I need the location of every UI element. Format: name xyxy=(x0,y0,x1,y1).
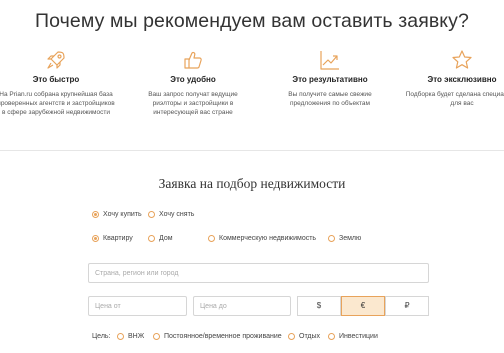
thumbs-up-icon xyxy=(181,48,205,72)
radio-label: Отдых xyxy=(299,333,321,340)
growth-chart-icon xyxy=(318,48,342,72)
radio-label: Инвестиции xyxy=(339,333,378,340)
radio-dot[interactable] xyxy=(92,211,99,218)
goal-group: Цель: ВНЖ Постоянное/временное проживани… xyxy=(92,333,492,345)
benefit-title: Это результативно xyxy=(292,75,368,84)
price-from-input[interactable] xyxy=(88,296,187,316)
radio-dot[interactable] xyxy=(92,235,99,242)
radio-goal-leisure[interactable]: Отдых xyxy=(288,333,320,340)
radio-label: Постоянное/временное проживание xyxy=(164,333,282,340)
benefit-text: Ваш запрос получат ведущие риэлторы и за… xyxy=(148,91,238,116)
radio-commercial[interactable]: Коммерческую недвижимость xyxy=(208,235,316,242)
radio-label: Коммерческую недвижимость xyxy=(219,235,317,242)
radio-dot[interactable] xyxy=(208,235,215,242)
deal-type-group: Хочу купить Хочу снять xyxy=(92,211,292,223)
radio-house[interactable]: Дом xyxy=(148,235,173,242)
radio-dot[interactable] xyxy=(288,333,295,340)
rocket-icon xyxy=(44,48,68,72)
benefit-text: Вы получите самые свежие предложения по … xyxy=(288,91,372,107)
benefit-title: Это быстро xyxy=(32,75,80,84)
goal-label: Цель: xyxy=(92,333,111,340)
form-title: Заявка на подбор недвижимости xyxy=(158,176,346,191)
currency-rub-button[interactable]: ₽ xyxy=(385,296,429,316)
radio-goal-residence[interactable]: ВНЖ xyxy=(117,333,144,340)
currency-usd-button[interactable]: $ xyxy=(297,296,341,316)
benefit-title: Это эксклюзивно xyxy=(427,75,497,84)
currency-eur-button[interactable]: € xyxy=(341,296,385,316)
property-type-group: Квартиру Дом Коммерческую недвижимость З… xyxy=(92,235,392,247)
benefit-effective: Это результативно Вы получите самые свеж… xyxy=(270,48,390,108)
benefit-convenient: Это удобно Ваш запрос получат ведущие ри… xyxy=(133,48,253,117)
benefit-title: Это удобно xyxy=(170,75,216,84)
radio-rent[interactable]: Хочу снять xyxy=(148,211,194,218)
location-input[interactable] xyxy=(88,263,429,283)
benefit-text: На Prian.ru собрана крупнейшая база пров… xyxy=(0,91,115,116)
radio-label: Хочу купить xyxy=(103,211,142,218)
radio-dot[interactable] xyxy=(117,333,124,340)
radio-dot[interactable] xyxy=(328,333,335,340)
benefit-exclusive: Это эксклюзивно Подборка будет сделана с… xyxy=(402,48,504,108)
radio-label: Дом xyxy=(159,235,173,242)
radio-land[interactable]: Землю xyxy=(328,235,361,242)
radio-label: Квартиру xyxy=(103,235,133,242)
radio-goal-investment[interactable]: Инвестиции xyxy=(328,333,378,340)
radio-goal-living[interactable]: Постоянное/временное проживание xyxy=(153,333,282,340)
benefits-section: Это быстро На Prian.ru собрана крупнейша… xyxy=(0,48,504,148)
radio-label: Землю xyxy=(339,235,362,242)
benefit-text: Подборка будет сделана специально для ва… xyxy=(405,91,504,107)
radio-dot[interactable] xyxy=(328,235,335,242)
radio-label: Хочу снять xyxy=(159,211,195,218)
currency-selector: $ € ₽ xyxy=(297,296,429,316)
radio-dot[interactable] xyxy=(153,333,160,340)
radio-dot[interactable] xyxy=(148,211,155,218)
section-divider xyxy=(0,150,504,151)
radio-label: ВНЖ xyxy=(128,333,145,340)
radio-buy[interactable]: Хочу купить xyxy=(92,211,142,218)
radio-dot[interactable] xyxy=(148,235,155,242)
star-icon xyxy=(450,48,474,72)
radio-apartment[interactable]: Квартиру xyxy=(92,235,133,242)
price-to-input[interactable] xyxy=(193,296,291,316)
hero-title: Почему мы рекомендуем вам оставить заявк… xyxy=(35,10,469,32)
benefit-fast: Это быстро На Prian.ru собрана крупнейша… xyxy=(0,48,116,117)
